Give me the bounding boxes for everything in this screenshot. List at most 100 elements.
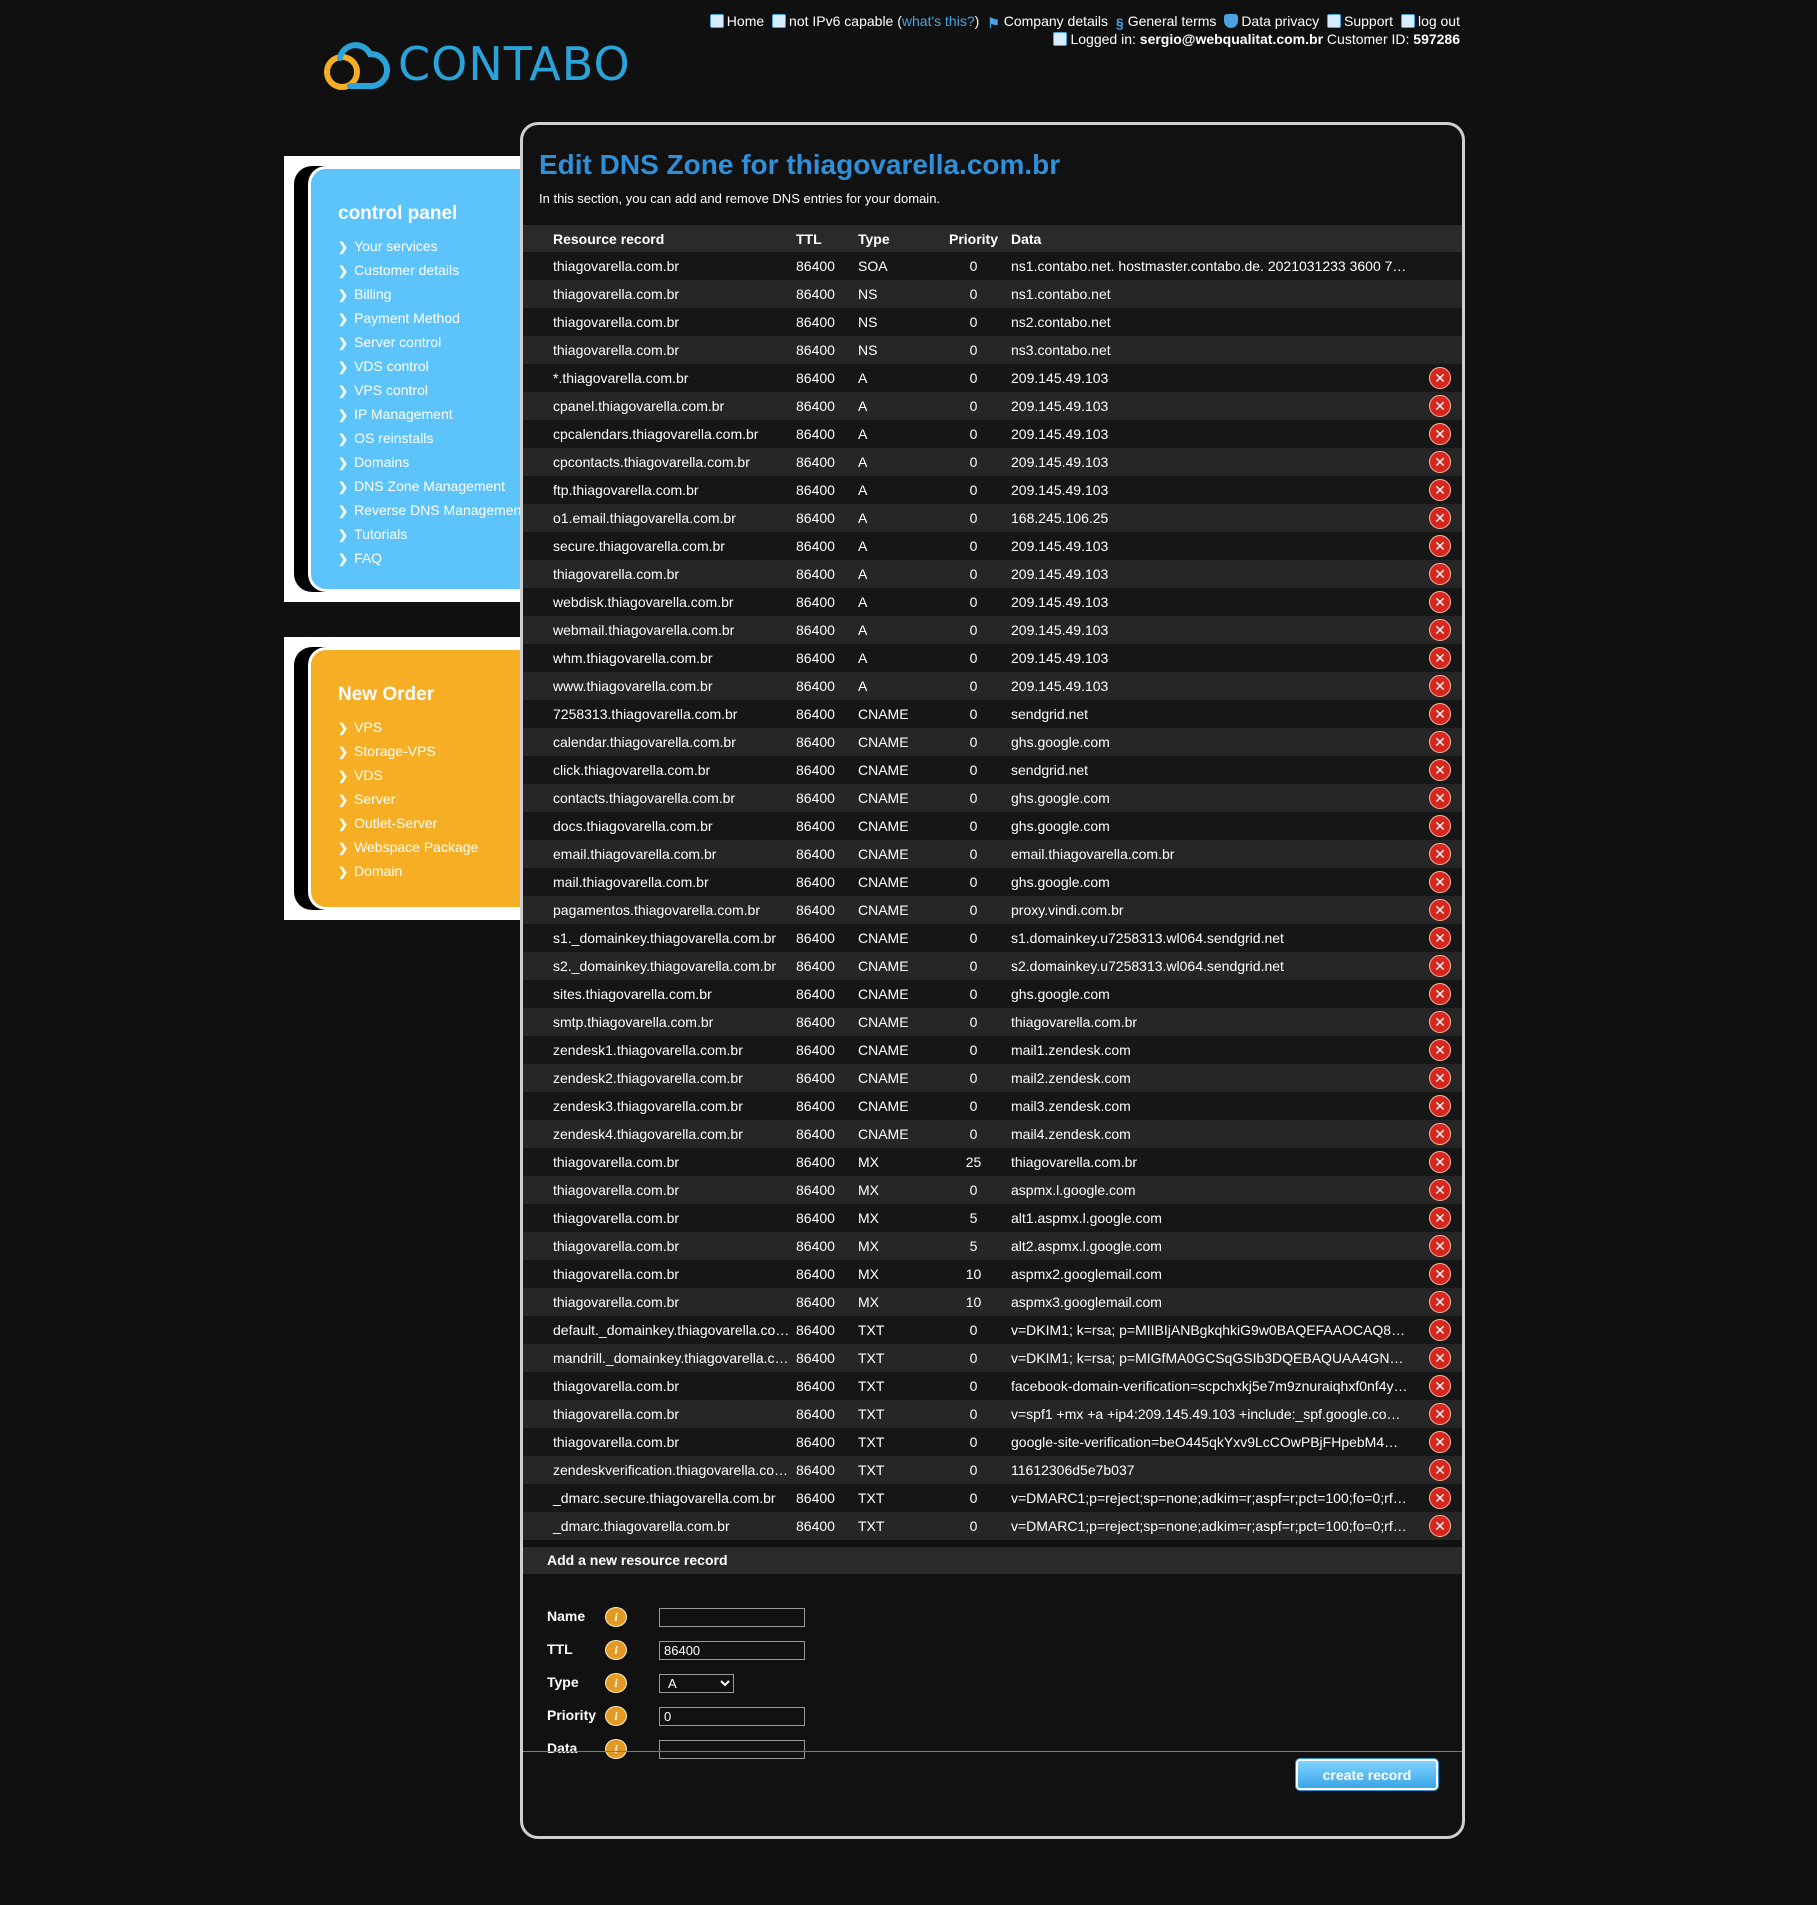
delete-record-icon[interactable]: ✕ <box>1429 1403 1451 1425</box>
record-data-cell: aspmx.l.google.com <box>1011 1176 1415 1204</box>
delete-record-icon[interactable]: ✕ <box>1429 871 1451 893</box>
home-link[interactable]: Home <box>709 12 764 30</box>
data-input[interactable] <box>659 1740 805 1759</box>
control-panel-item[interactable]: ❯ Payment Method <box>338 307 520 331</box>
control-panel-item[interactable]: ❯ VPS control <box>338 379 520 403</box>
new-order-item[interactable]: ❯ Outlet-Server <box>338 812 520 836</box>
record-type-cell: A <box>858 616 936 644</box>
new-order-item-label: VPS <box>354 719 383 735</box>
record-ttl-cell: 86400 <box>796 308 858 336</box>
control-panel-item[interactable]: ❯ Domains <box>338 451 520 475</box>
info-icon[interactable]: i <box>605 1640 627 1660</box>
control-panel-item[interactable]: ❯ OS reinstalls <box>338 427 520 451</box>
delete-record-icon[interactable]: ✕ <box>1429 1235 1451 1257</box>
delete-record-icon[interactable]: ✕ <box>1429 591 1451 613</box>
chevron-right-icon: ❯ <box>338 745 349 759</box>
delete-record-icon[interactable]: ✕ <box>1429 1039 1451 1061</box>
control-panel-item[interactable]: ❯ DNS Zone Management <box>338 475 520 499</box>
create-record-button[interactable]: create record <box>1296 1759 1438 1790</box>
record-ttl-cell: 86400 <box>796 1008 858 1036</box>
delete-record-icon[interactable]: ✕ <box>1429 1459 1451 1481</box>
info-icon[interactable]: i <box>605 1607 627 1627</box>
delete-record-icon[interactable]: ✕ <box>1429 507 1451 529</box>
ttl-input[interactable] <box>659 1641 805 1660</box>
delete-record-icon[interactable]: ✕ <box>1429 1487 1451 1509</box>
control-panel-item[interactable]: ❯ Reverse DNS Management <box>338 499 525 523</box>
control-panel-item[interactable]: ❯ Customer details <box>338 259 520 283</box>
delete-record-icon[interactable]: ✕ <box>1429 1011 1451 1033</box>
record-type-cell: A <box>858 448 936 476</box>
delete-record-icon[interactable]: ✕ <box>1429 1263 1451 1285</box>
logout-link[interactable]: log out <box>1400 12 1460 30</box>
delete-record-icon[interactable]: ✕ <box>1429 647 1451 669</box>
record-action-cell: ✕ <box>1415 952 1462 980</box>
delete-record-icon[interactable]: ✕ <box>1429 815 1451 837</box>
delete-record-icon[interactable]: ✕ <box>1429 703 1451 725</box>
delete-record-icon[interactable]: ✕ <box>1429 619 1451 641</box>
delete-record-icon[interactable]: ✕ <box>1429 1123 1451 1145</box>
control-panel-item-label: Reverse DNS Management <box>354 502 526 518</box>
info-icon[interactable]: i <box>605 1706 627 1726</box>
delete-record-icon[interactable]: ✕ <box>1429 899 1451 921</box>
delete-record-icon[interactable]: ✕ <box>1429 1347 1451 1369</box>
name-input[interactable] <box>659 1608 805 1627</box>
type-select[interactable]: A <box>659 1674 734 1693</box>
delete-record-icon[interactable]: ✕ <box>1429 787 1451 809</box>
delete-record-icon[interactable]: ✕ <box>1429 731 1451 753</box>
new-order-item[interactable]: ❯ VDS <box>338 764 520 788</box>
delete-record-icon[interactable]: ✕ <box>1429 1067 1451 1089</box>
delete-record-icon[interactable]: ✕ <box>1429 367 1451 389</box>
delete-record-icon[interactable]: ✕ <box>1429 1431 1451 1453</box>
new-order-item[interactable]: ❯ Server <box>338 788 520 812</box>
delete-record-icon[interactable]: ✕ <box>1429 927 1451 949</box>
control-panel-item[interactable]: ❯ FAQ <box>338 547 520 571</box>
delete-record-icon[interactable]: ✕ <box>1429 395 1451 417</box>
delete-record-icon[interactable]: ✕ <box>1429 983 1451 1005</box>
delete-record-icon[interactable]: ✕ <box>1429 1151 1451 1173</box>
delete-record-icon[interactable]: ✕ <box>1429 479 1451 501</box>
control-panel-item[interactable]: ❯ Your services <box>338 235 520 259</box>
record-action-cell: ✕ <box>1415 980 1462 1008</box>
control-panel-item[interactable]: ❯ Tutorials <box>338 523 520 547</box>
delete-record-icon[interactable]: ✕ <box>1429 1207 1451 1229</box>
delete-record-icon[interactable]: ✕ <box>1429 843 1451 865</box>
delete-record-icon[interactable]: ✕ <box>1429 1375 1451 1397</box>
dns-records-table: Resource record TTL Type Priority Data t… <box>523 225 1462 1540</box>
control-panel-item[interactable]: ❯ IP Management <box>338 403 520 427</box>
whats-this-link[interactable]: what's this? <box>902 13 975 29</box>
record-ttl-cell: 86400 <box>796 868 858 896</box>
table-row: cpcontacts.thiagovarella.com.br 86400 A 0 20… <box>523 448 1462 476</box>
new-order-item[interactable]: ❯ VPS <box>338 716 520 740</box>
general-terms-link[interactable]: § General terms <box>1116 12 1217 31</box>
chevron-right-icon: ❯ <box>338 456 349 470</box>
table-row: _dmarc.secure.thiagovarella.com.br 86400 T… <box>523 1484 1462 1512</box>
control-panel-item[interactable]: ❯ Billing <box>338 283 520 307</box>
delete-record-icon[interactable]: ✕ <box>1429 1319 1451 1341</box>
delete-record-icon[interactable]: ✕ <box>1429 759 1451 781</box>
new-order-item[interactable]: ❯ Storage-VPS <box>338 740 520 764</box>
support-link[interactable]: Support <box>1327 12 1393 30</box>
delete-record-icon[interactable]: ✕ <box>1429 1515 1451 1537</box>
new-order-item[interactable]: ❯ Domain <box>338 860 520 884</box>
delete-record-icon[interactable]: ✕ <box>1429 1179 1451 1201</box>
delete-record-icon[interactable]: ✕ <box>1429 423 1451 445</box>
control-panel-item[interactable]: ❯ VDS control <box>338 355 520 379</box>
control-panel-item[interactable]: ❯ Server control <box>338 331 520 355</box>
priority-input[interactable] <box>659 1707 805 1726</box>
info-icon[interactable]: i <box>605 1673 627 1693</box>
contabo-logo[interactable]: CONTABO <box>320 32 631 96</box>
delete-record-icon[interactable]: ✕ <box>1429 1291 1451 1313</box>
record-ttl-cell: 86400 <box>796 1120 858 1148</box>
record-priority-cell: 0 <box>936 420 1011 448</box>
new-order-item[interactable]: ❯ Webspace Package <box>338 836 520 860</box>
delete-record-icon[interactable]: ✕ <box>1429 955 1451 977</box>
record-data-cell: aspmx3.googlemail.com <box>1011 1288 1415 1316</box>
delete-record-icon[interactable]: ✕ <box>1429 535 1451 557</box>
data-privacy-link[interactable]: Data privacy <box>1224 12 1319 30</box>
company-details-link[interactable]: ⚑ Company details <box>987 12 1108 31</box>
delete-record-icon[interactable]: ✕ <box>1429 451 1451 473</box>
delete-record-icon[interactable]: ✕ <box>1429 563 1451 585</box>
delete-record-icon[interactable]: ✕ <box>1429 675 1451 697</box>
info-icon[interactable]: i <box>605 1739 627 1759</box>
delete-record-icon[interactable]: ✕ <box>1429 1095 1451 1117</box>
